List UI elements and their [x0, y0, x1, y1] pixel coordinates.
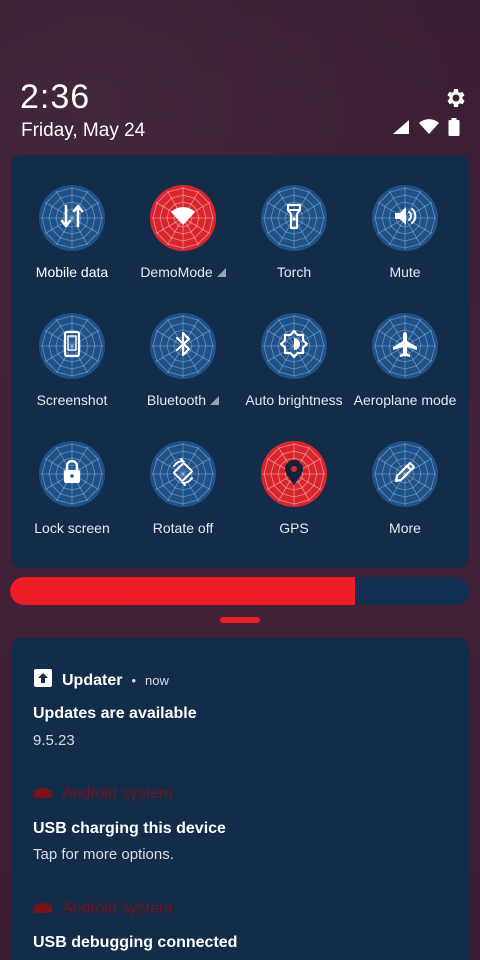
wifi-icon: [168, 201, 198, 236]
tile-button[interactable]: [261, 441, 327, 507]
battery-icon: [448, 118, 460, 136]
tile-button[interactable]: [39, 313, 105, 379]
clock[interactable]: 2:36: [20, 78, 90, 117]
notification-body: Tap for more options.: [33, 846, 174, 863]
date[interactable]: Friday, May 24: [21, 120, 145, 142]
tile-button[interactable]: [372, 185, 438, 251]
flashlight-icon: [279, 201, 309, 236]
tile-label: Lock screen: [34, 520, 109, 536]
tile-screenshot[interactable]: Screenshot: [16, 313, 128, 433]
signal-icon: [392, 119, 410, 135]
edit-icon: [390, 457, 420, 492]
tile-button[interactable]: [150, 441, 216, 507]
tile-label-text: Mobile data: [35, 264, 109, 280]
notification-header: Updater • now: [33, 668, 169, 693]
notification-app-name: Android system: [62, 899, 173, 917]
tile-label: Auto brightness: [245, 392, 342, 408]
wifi-icon: [418, 119, 440, 135]
android-icon: [33, 784, 53, 803]
tile-more[interactable]: More: [349, 441, 461, 561]
tile-label-text: Lock screen: [34, 520, 110, 536]
gear-icon[interactable]: [444, 86, 468, 110]
notification-app-name: Android system: [62, 784, 173, 802]
tile-button[interactable]: [372, 313, 438, 379]
tile-lock-screen[interactable]: Lock screen: [16, 441, 128, 561]
system-update-icon: [33, 668, 53, 693]
notification-title[interactable]: USB debugging connected: [33, 934, 237, 952]
notification-header: Android system: [33, 899, 172, 918]
notification-title[interactable]: Updates are available: [33, 705, 197, 723]
tile-gps[interactable]: GPS: [238, 441, 350, 561]
tile-torch[interactable]: Torch: [238, 185, 350, 305]
status-icons: [392, 118, 460, 136]
tile-auto-brightness[interactable]: Auto brightness: [238, 313, 350, 433]
tile-aeroplane-mode[interactable]: Aeroplane mode: [349, 313, 461, 433]
tile-label-text: GPS: [279, 520, 309, 536]
tile-button[interactable]: [261, 313, 327, 379]
airplane-icon: [390, 329, 420, 364]
brightness-icon: [279, 329, 309, 364]
android-icon: [33, 899, 53, 918]
tile-label-text: DemoMode: [140, 264, 213, 280]
tile-button[interactable]: [39, 185, 105, 251]
volume-icon: [390, 201, 420, 236]
tile-button[interactable]: [150, 185, 216, 251]
tile-label: Bluetooth: [146, 392, 220, 408]
status-header: 2:36 Friday, May 24: [0, 0, 480, 150]
tile-label: Mute: [389, 264, 420, 280]
mobile-data-icon: [57, 201, 87, 236]
tile-button[interactable]: [261, 185, 327, 251]
tile-mobile-data[interactable]: Mobile data: [16, 185, 128, 305]
drag-handle[interactable]: [220, 617, 260, 623]
expand-indicator-icon[interactable]: [216, 267, 226, 277]
tile-label: Mobile data: [36, 264, 108, 280]
tile-bluetooth[interactable]: Bluetooth: [127, 313, 239, 433]
tile-label-text: Rotate off: [152, 520, 214, 536]
notification-time: now: [145, 673, 169, 688]
notification-body: 9.5.23: [33, 732, 75, 749]
bluetooth-icon: [168, 329, 198, 364]
tile-label-text: Screenshot: [36, 392, 108, 408]
tile-label-text: Bluetooth: [146, 392, 207, 408]
tile-label-text: Mute: [389, 264, 421, 280]
tile-rotate-off[interactable]: Rotate off: [127, 441, 239, 561]
tile-label: Screenshot: [37, 392, 108, 408]
quick-settings-panel: Mobile data DemoMode Torch Mute Screenshot Bl…: [11, 155, 469, 568]
tile-button[interactable]: [150, 313, 216, 379]
tile-label-text: Torch: [276, 264, 312, 280]
tile-label: GPS: [279, 520, 309, 536]
tile-label-text: More: [389, 520, 421, 536]
tile-label: Aeroplane mode: [354, 392, 457, 408]
tile-label-text: Aeroplane mode: [353, 392, 457, 408]
tile-mute[interactable]: Mute: [349, 185, 461, 305]
brightness-level: [10, 577, 355, 605]
tile-label: More: [389, 520, 421, 536]
lock-icon: [57, 457, 87, 492]
location-icon: [279, 457, 309, 492]
notification-header: Android system: [33, 784, 172, 803]
phone-icon: [57, 329, 87, 364]
notification-title[interactable]: USB charging this device: [33, 820, 226, 838]
tile-label-text: Auto brightness: [245, 392, 343, 408]
tile-demomode[interactable]: DemoMode: [127, 185, 239, 305]
notification-app-name: Updater: [62, 671, 123, 689]
tile-label: Torch: [277, 264, 311, 280]
expand-indicator-icon[interactable]: [210, 395, 220, 405]
tile-label: DemoMode: [140, 264, 226, 280]
notification-panel: Updater • now Updates are available 9.5.…: [11, 638, 469, 960]
tile-label: Rotate off: [153, 520, 213, 536]
rotate-icon: [168, 457, 198, 492]
brightness-slider[interactable]: [10, 577, 470, 605]
tile-button[interactable]: [372, 441, 438, 507]
tile-button[interactable]: [39, 441, 105, 507]
